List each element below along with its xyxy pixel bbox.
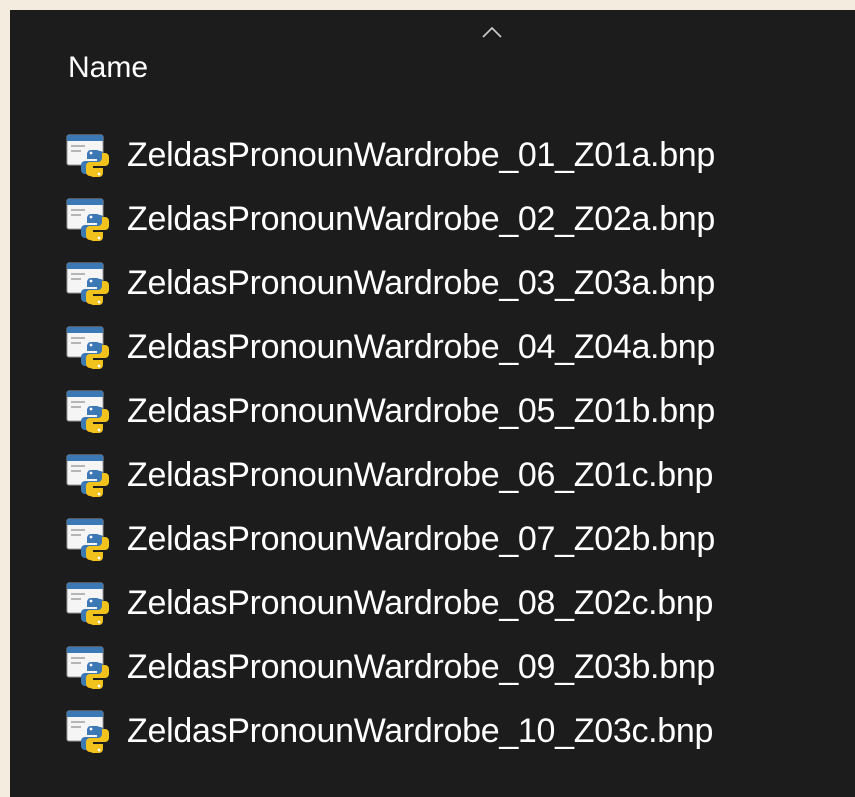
chevron-up-icon[interactable] [480,24,504,40]
file-name: ZeldasPronounWardrobe_05_Z01b.bnp [127,391,716,430]
file-row[interactable]: ZeldasPronounWardrobe_02_Z02a.bnp [65,190,825,248]
file-row[interactable]: ZeldasPronounWardrobe_06_Z01c.bnp [65,446,825,504]
column-header-name[interactable]: Name [68,48,148,88]
file-name: ZeldasPronounWardrobe_10_Z03c.bnp [127,711,714,750]
file-name: ZeldasPronounWardrobe_01_Z01a.bnp [127,135,716,174]
file-name: ZeldasPronounWardrobe_07_Z02b.bnp [127,519,716,558]
python-file-icon [66,518,109,561]
python-file-icon [66,326,109,369]
python-file-icon [66,390,109,433]
file-row[interactable]: ZeldasPronounWardrobe_05_Z01b.bnp [65,382,825,440]
python-file-icon [66,262,109,305]
file-row[interactable]: ZeldasPronounWardrobe_03_Z03a.bnp [65,254,825,312]
file-explorer-pane: Name ZeldasPronounWardrobe_01_Z01a.bnp Z… [10,10,855,797]
python-file-icon [66,646,109,689]
file-row[interactable]: ZeldasPronounWardrobe_08_Z02c.bnp [65,574,825,632]
file-row[interactable]: ZeldasPronounWardrobe_10_Z03c.bnp [65,702,825,760]
python-file-icon [66,198,109,241]
file-name: ZeldasPronounWardrobe_03_Z03a.bnp [127,263,716,302]
file-name: ZeldasPronounWardrobe_08_Z02c.bnp [127,583,714,622]
file-name: ZeldasPronounWardrobe_06_Z01c.bnp [127,455,714,494]
file-name: ZeldasPronounWardrobe_02_Z02a.bnp [127,199,716,238]
file-row[interactable]: ZeldasPronounWardrobe_07_Z02b.bnp [65,510,825,568]
python-file-icon [66,582,109,625]
file-name: ZeldasPronounWardrobe_04_Z04a.bnp [127,327,716,366]
file-row[interactable]: ZeldasPronounWardrobe_04_Z04a.bnp [65,318,825,376]
file-row[interactable]: ZeldasPronounWardrobe_01_Z01a.bnp [65,126,825,184]
file-name: ZeldasPronounWardrobe_09_Z03b.bnp [127,647,716,686]
file-row[interactable]: ZeldasPronounWardrobe_09_Z03b.bnp [65,638,825,696]
python-file-icon [66,710,109,753]
python-file-icon [66,134,109,177]
python-file-icon [66,454,109,497]
